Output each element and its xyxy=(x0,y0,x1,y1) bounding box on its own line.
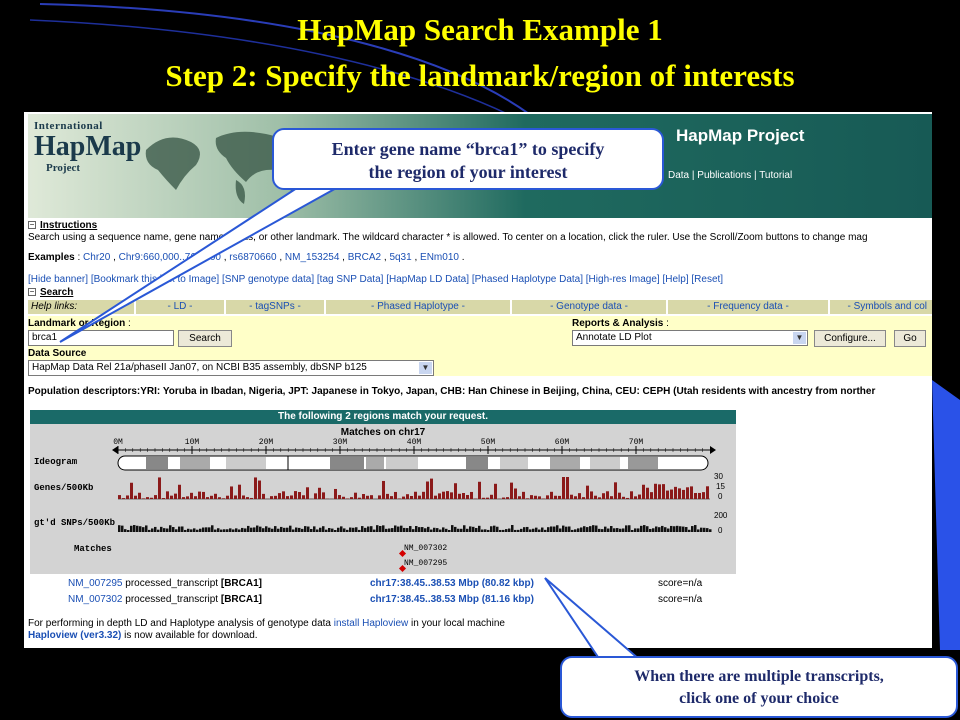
search-section[interactable]: − Search xyxy=(28,287,73,298)
score-text: score=n/a xyxy=(658,594,703,605)
go-button[interactable]: Go xyxy=(894,330,926,347)
landmark-label: Landmark or Region : xyxy=(28,318,131,329)
slide-subtitle: Step 2: Specify the landmark/region of i… xyxy=(165,58,795,93)
browser-screenshot: International HapMap Project HapMap Proj… xyxy=(24,112,932,648)
ruler-ticks: 0M 10M 20M 30M 40M 50M 60M 70M xyxy=(112,438,716,454)
track-label-snps: gt'd SNPs/500Kb xyxy=(34,518,115,528)
instructions-text: Search using a sequence name, gene name,… xyxy=(28,232,868,243)
haploview-download-note: Haploview (ver3.32) is now available for… xyxy=(28,630,258,641)
landmark-input[interactable]: brca1 xyxy=(28,330,174,346)
help-links-bar: Help links: - LD - - tagSNPs - - Phased … xyxy=(28,300,932,314)
match-result-bar: The following 2 regions match your reque… xyxy=(30,410,736,424)
phased-haplotype-link[interactable]: [Phased Haplotype Data] xyxy=(472,274,583,285)
ruler-tick-label: 50M xyxy=(481,438,496,447)
toolbar-links: [Hide banner] [Bookmark this link to Ima… xyxy=(28,274,723,285)
ruler-tick-label: 40M xyxy=(407,438,422,447)
tag-snp-link[interactable]: [tag SNP Data] xyxy=(317,274,384,285)
genes-scale-max: 30 xyxy=(714,472,723,481)
genes-scale-mid: 15 xyxy=(716,482,725,491)
match-label-2: NM_007295 xyxy=(404,559,447,568)
help-symbols-link[interactable]: - Symbols and col xyxy=(830,300,930,314)
ruler-tick-label: 60M xyxy=(555,438,570,447)
callout-multiple-transcripts: When there are multiple transcripts, cli… xyxy=(560,656,958,718)
location-link[interactable]: chr17:38.45..38.53 Mbp (80.82 kbp) xyxy=(370,578,534,589)
score-text: score=n/a xyxy=(658,578,703,589)
help-link[interactable]: [Help] xyxy=(662,274,688,285)
transcript-link[interactable]: NM_007302 xyxy=(68,594,122,605)
result-row[interactable]: NM_007295 processed_transcript [BRCA1] xyxy=(68,578,262,589)
track-label-genes: Genes/500Kb xyxy=(34,483,93,493)
example-link[interactable]: 5q31 xyxy=(389,252,411,263)
ruler-tick-label: 20M xyxy=(259,438,274,447)
ruler-tick-label: 70M xyxy=(629,438,644,447)
collapse-icon[interactable]: − xyxy=(28,288,36,297)
bookmark-link[interactable]: [Bookmark this link to Image] xyxy=(91,274,219,285)
panel-title: Matches on chr17 xyxy=(341,427,426,438)
project-title: HapMap Project xyxy=(676,126,805,145)
help-genotype-link[interactable]: - Genotype data - xyxy=(512,300,668,314)
snps-scale-max: 200 xyxy=(714,511,728,520)
chevron-down-icon: ▼ xyxy=(419,362,432,374)
help-frequency-link[interactable]: - Frequency data - xyxy=(668,300,830,314)
example-link[interactable]: rs6870660 xyxy=(229,252,276,263)
population-descriptors: Population descriptors:YRI: Yoruba in Ib… xyxy=(28,386,876,397)
example-link[interactable]: Chr20 xyxy=(83,252,110,263)
collapse-icon[interactable]: − xyxy=(28,221,36,230)
configure-button[interactable]: Configure... xyxy=(814,330,886,347)
snps-scale-min: 0 xyxy=(718,526,723,535)
search-form: Landmark or Region : brca1 Search Report… xyxy=(28,316,932,376)
chevron-down-icon: ▼ xyxy=(793,332,806,344)
example-link[interactable]: ENm010 xyxy=(420,252,459,263)
reset-link[interactable]: [Reset] xyxy=(691,274,723,285)
track-label-matches: Matches xyxy=(74,544,112,554)
ruler-tick-label: 30M xyxy=(333,438,348,447)
help-haplotype-link[interactable]: - Phased Haplotype - xyxy=(326,300,512,314)
genes-histogram xyxy=(118,477,709,499)
haploview-version-link[interactable]: Haploview (ver3.32) xyxy=(28,630,121,641)
result-row[interactable]: NM_007302 processed_transcript [BRCA1] xyxy=(68,594,262,605)
reports-label: Reports & Analysis : xyxy=(572,318,669,329)
callout-enter-gene: Enter gene name “brca1” to specify the r… xyxy=(272,128,664,190)
install-haploview-link[interactable]: install Haploview xyxy=(334,618,408,629)
nav-data-link[interactable]: Data xyxy=(668,170,689,181)
example-link[interactable]: NM_153254 xyxy=(285,252,339,263)
example-link[interactable]: BRCA2 xyxy=(348,252,381,263)
snp-histogram xyxy=(118,525,712,532)
nav-publications-link[interactable]: Publications xyxy=(697,170,751,181)
genome-tracks: Matches on chr17 0M 10M 20M 30M 40M 50M 60M 70M… xyxy=(34,427,728,573)
match-label-1: NM_007302 xyxy=(404,544,447,553)
chromosome-panel[interactable]: Matches on chr17 0M 10M 20M 30M 40M 50M 60M 70M… xyxy=(30,424,736,574)
nav-tutorial-link[interactable]: Tutorial xyxy=(759,170,792,181)
transcript-link[interactable]: NM_007295 xyxy=(68,578,122,589)
reports-select[interactable]: Annotate LD Plot ▼ xyxy=(572,330,808,346)
help-ld-link[interactable]: - LD - xyxy=(136,300,226,314)
instructions-section[interactable]: − Instructions xyxy=(28,220,97,231)
haploview-note: For performing in depth LD and Haplotype… xyxy=(28,618,505,629)
top-nav: Data | Publications | Tutorial xyxy=(668,170,793,181)
hapmap-logo: International HapMap Project xyxy=(34,120,142,174)
high-res-link[interactable]: [High-res Image] xyxy=(586,274,660,285)
snp-genotype-link[interactable]: [SNP genotype data] xyxy=(222,274,314,285)
genes-scale-min: 0 xyxy=(718,492,723,501)
help-tagsnps-link[interactable]: - tagSNPs - xyxy=(226,300,326,314)
ruler-tick-label: 10M xyxy=(185,438,200,447)
location-link[interactable]: chr17:38.45..38.53 Mbp (81.16 kbp) xyxy=(370,594,534,605)
ld-data-link[interactable]: [HapMap LD Data] xyxy=(386,274,469,285)
slide-title: HapMap Search Example 1 xyxy=(297,12,663,47)
ideogram xyxy=(117,455,709,471)
search-button[interactable]: Search xyxy=(178,330,232,347)
examples-line: Examples : Chr20 , Chr9:660,000..760,000… xyxy=(28,252,465,263)
datasource-select[interactable]: HapMap Data Rel 21a/phaseII Jan07, on NC… xyxy=(28,360,434,376)
ruler-tick-label: 0M xyxy=(113,438,123,447)
hide-banner-link[interactable]: [Hide banner] xyxy=(28,274,88,285)
track-label-ideogram: Ideogram xyxy=(34,457,78,467)
datasource-label: Data Source xyxy=(28,348,87,359)
example-link[interactable]: Chr9:660,000..760,000 xyxy=(119,252,221,263)
